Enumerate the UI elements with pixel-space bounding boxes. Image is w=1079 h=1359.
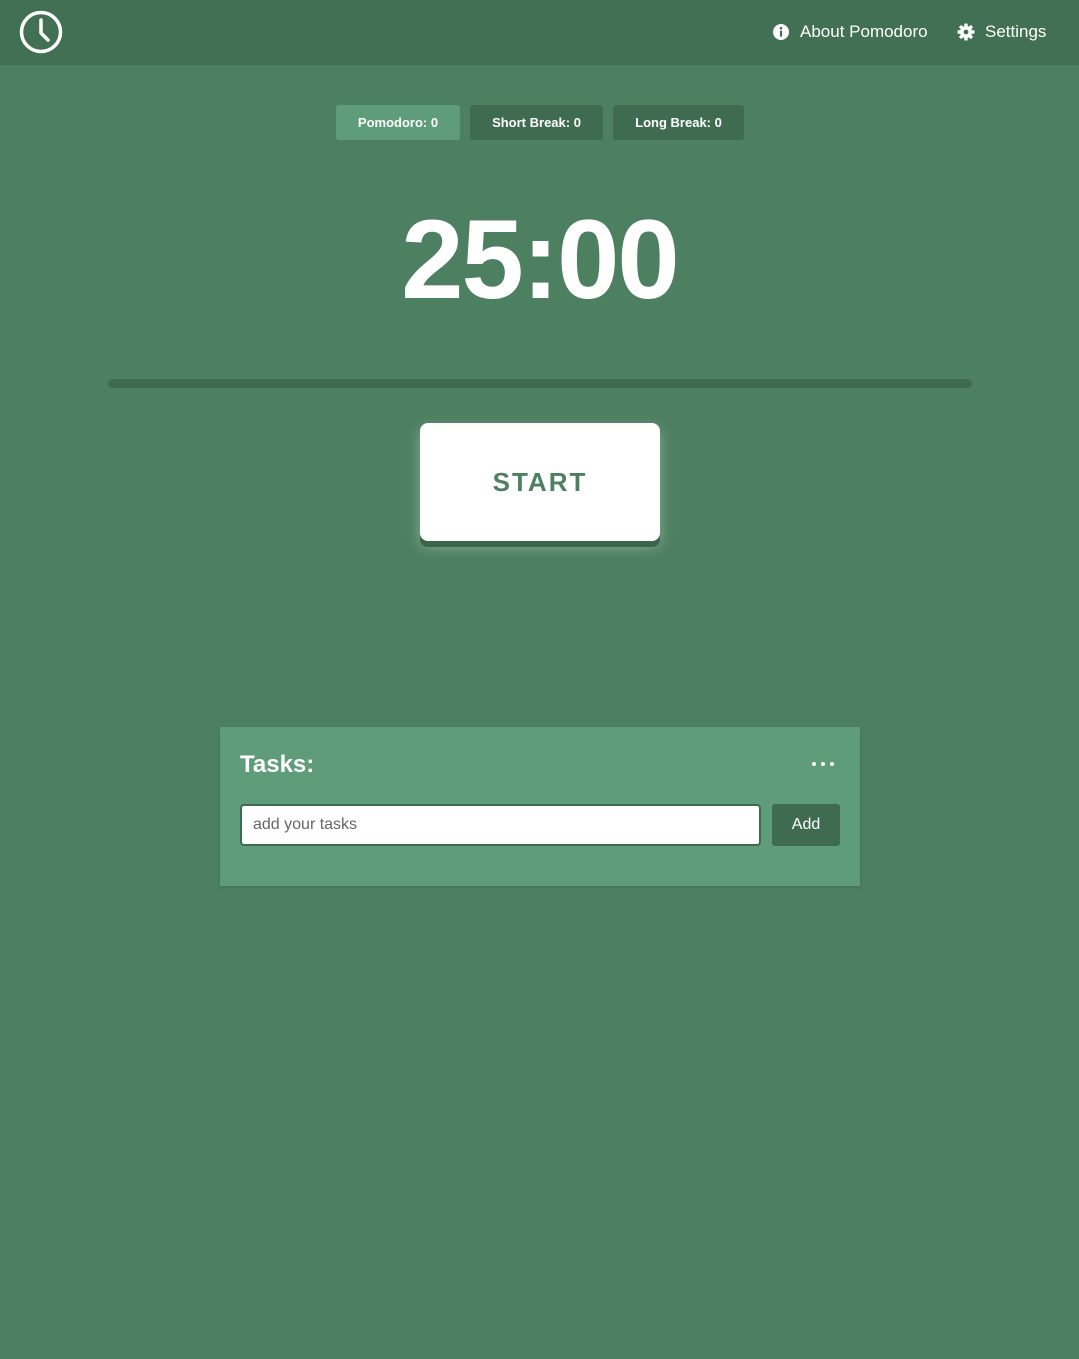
info-icon — [773, 24, 789, 40]
clock-icon[interactable] — [19, 10, 63, 54]
settings-link[interactable]: Settings — [957, 20, 1046, 44]
about-pomodoro-link[interactable]: About Pomodoro — [772, 20, 928, 44]
timer-display: 25:00 — [401, 197, 679, 322]
gear-icon — [957, 23, 975, 41]
tab-long-break[interactable]: Long Break: 0 — [613, 105, 744, 140]
start-button[interactable]: START — [420, 423, 660, 541]
progress-bar — [108, 379, 972, 388]
more-dot — [821, 762, 825, 766]
add-task-button[interactable]: Add — [772, 804, 840, 846]
app-header: About Pomodoro Settings — [0, 0, 1079, 65]
tasks-panel: Tasks: Add — [220, 727, 860, 886]
more-dot — [812, 762, 816, 766]
tab-short-break[interactable]: Short Break: 0 — [470, 105, 603, 140]
more-dot — [830, 762, 834, 766]
about-pomodoro-label: About Pomodoro — [800, 22, 928, 41]
more-horizontal-icon[interactable] — [812, 759, 834, 769]
tasks-title: Tasks: — [240, 751, 315, 778]
task-input[interactable] — [240, 804, 761, 846]
tab-pomodoro[interactable]: Pomodoro: 0 — [336, 105, 460, 140]
settings-label: Settings — [985, 22, 1047, 41]
